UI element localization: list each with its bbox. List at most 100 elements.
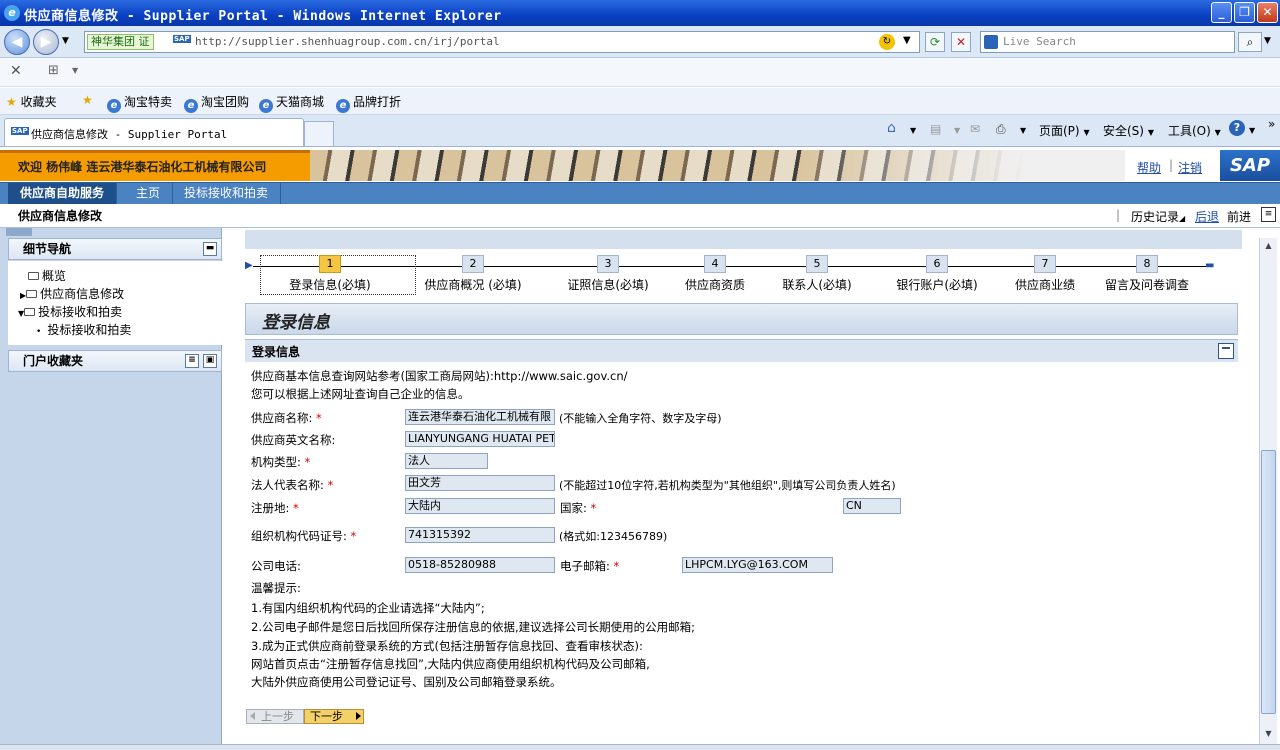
collapse-section-icon[interactable] <box>1218 343 1234 359</box>
favorites-button[interactable]: ★ 收藏夹 <box>6 93 57 110</box>
back-link[interactable]: 后退 <box>1195 208 1219 225</box>
legal-rep-label: 法人代表名称: * <box>251 477 333 493</box>
scrollbar-thumb[interactable] <box>1261 450 1276 714</box>
live-search-logo-icon <box>984 35 998 49</box>
search-options-icon[interactable]: ▼ <box>1264 36 1271 46</box>
address-field[interactable]: 神华集团 证 SAP http://supplier.shenhuagroup.… <box>84 31 920 53</box>
translate-icon[interactable]: ⊞ <box>48 63 59 78</box>
rss-icon[interactable]: ▤ <box>930 122 941 136</box>
help-dropdown-icon[interactable]: ▼ <box>1249 126 1255 135</box>
favorite-link[interactable]: e 品牌打折 <box>336 93 401 113</box>
org-type-label: 机构类型: * <box>251 454 310 470</box>
scroll-down-icon[interactable]: ▼ <box>1261 726 1276 741</box>
english-name-field[interactable]: LIANYUNGANG HUATAI PETR <box>405 431 555 447</box>
roadmap-step-label[interactable]: 供应商资质 <box>685 276 745 293</box>
compatibility-icon[interactable]: ↻ <box>879 34 895 50</box>
stop-icon[interactable]: ✕ <box>951 32 971 52</box>
roadmap-step-5[interactable]: 5 <box>806 255 828 273</box>
forward-link[interactable]: 前进 <box>1227 208 1251 225</box>
vertical-scrollbar[interactable]: ▲ ▼ <box>1259 238 1277 744</box>
add-favorite-icon[interactable]: ★ <box>82 93 93 107</box>
history-link[interactable]: 历史记录◢ <box>1131 208 1185 225</box>
label-text: 供应商名称: <box>251 411 313 425</box>
page-menu-icon[interactable]: ≡ <box>1261 207 1276 222</box>
roadmap-step-label[interactable]: 供应商业绩 <box>1015 276 1075 293</box>
help-icon[interactable]: ? <box>1229 120 1245 136</box>
org-type-field[interactable]: 法人 <box>405 453 488 469</box>
close-toolbar-icon[interactable]: ✕ <box>10 63 22 79</box>
roadmap-step-2[interactable]: 2 <box>462 255 484 273</box>
site-identity-badge[interactable]: 神华集团 证 <box>87 34 154 50</box>
favorite-link[interactable]: e 淘宝团购 <box>184 93 249 113</box>
favorites-options-icon[interactable]: ≡ <box>185 354 199 368</box>
mail-icon[interactable]: ✉ <box>970 122 980 136</box>
refresh-icon[interactable]: ⟳ <box>925 32 945 52</box>
folder-icon <box>28 272 39 280</box>
tools-menu-label: 工具(O) <box>1168 124 1211 138</box>
nav-bidding-auction[interactable]: 投标接收和拍卖 <box>172 183 282 204</box>
roadmap-step-3[interactable]: 3 <box>597 255 619 273</box>
roadmap-step-label[interactable]: 供应商概况 (必填) <box>424 276 521 293</box>
nav-item-overview[interactable]: 概览 <box>28 267 66 284</box>
back-arrow-icon[interactable]: ◀ <box>4 29 30 55</box>
safety-menu[interactable]: 安全(S) ▼ <box>1103 122 1154 139</box>
more-tools-icon[interactable]: » <box>1268 117 1275 131</box>
translate-dropdown-icon[interactable]: ▼ <box>72 66 78 75</box>
supplier-name-field[interactable]: 连云港华泰石油化工机械有限 <box>405 409 555 425</box>
collapse-icon[interactable]: ▬ <box>203 242 217 256</box>
roadmap-step-6[interactable]: 6 <box>926 255 948 273</box>
roadmap-step-label[interactable]: 登录信息(必填) <box>289 276 370 293</box>
org-code-field[interactable]: 741315392 <box>405 527 555 543</box>
nav-home[interactable]: 主页 <box>124 183 174 204</box>
roadmap-step-7[interactable]: 7 <box>1034 255 1056 273</box>
phone-field[interactable]: 0518-85280988 <box>405 557 555 573</box>
roadmap-step-label[interactable]: 联系人(必填) <box>782 276 851 293</box>
prev-step-button[interactable]: 上一步 <box>246 709 304 724</box>
roadmap-step-8[interactable]: 8 <box>1136 255 1158 273</box>
favorite-link[interactable]: e 天猫商城 <box>259 93 324 113</box>
chevron-down-icon: ▼ <box>1083 128 1090 137</box>
roadmap-step-label[interactable]: 留言及问卷调查 <box>1105 276 1189 293</box>
nav-item-bidding-sub[interactable]: • 投标接收和拍卖 <box>36 321 131 338</box>
forward-arrow-icon[interactable]: ▶ <box>33 29 59 55</box>
email-field[interactable]: LHPCM.LYG@163.COM <box>682 557 833 573</box>
search-icon[interactable]: ⌕ <box>1238 32 1262 52</box>
rss-dropdown-icon[interactable]: ▼ <box>954 126 960 135</box>
panel-collapse-handle[interactable] <box>6 228 32 236</box>
history-dropdown-icon[interactable]: ▼ <box>62 36 69 46</box>
roadmap-step-label[interactable]: 证照信息(必填) <box>567 276 648 293</box>
new-tab-button[interactable] <box>304 121 334 146</box>
minimize-button[interactable]: _ <box>1211 2 1232 23</box>
print-icon[interactable]: ⎙ <box>996 122 1006 137</box>
detail-nav-header: 细节导航 ▬ <box>8 238 222 260</box>
legal-rep-field[interactable]: 田文芳 <box>405 475 555 491</box>
print-dropdown-icon[interactable]: ▼ <box>1020 126 1026 135</box>
close-window-button[interactable]: ✕ <box>1257 2 1278 23</box>
favorite-link[interactable]: e 淘宝特卖 <box>107 93 172 113</box>
page-menu[interactable]: 页面(P) ▼ <box>1039 122 1090 139</box>
roadmap-step-1[interactable]: 1 <box>319 255 341 273</box>
browser-tab[interactable]: SAP 供应商信息修改 - Supplier Portal <box>4 118 304 146</box>
home-icon[interactable]: ⌂ <box>887 120 896 136</box>
intro-text-1: 供应商基本信息查询网站参考(国家工商局网站):http://www.saic.g… <box>251 369 628 383</box>
roadmap-step-label[interactable]: 银行账户(必填) <box>896 276 977 293</box>
scroll-up-icon[interactable]: ▲ <box>1261 238 1276 253</box>
nav-supplier-self-service[interactable]: 供应商自助服务 <box>8 183 118 204</box>
next-step-button[interactable]: 下一步 <box>304 709 364 724</box>
help-link[interactable]: 帮助 <box>1137 159 1161 176</box>
address-dropdown-icon[interactable]: ▼ <box>903 35 911 46</box>
nav-item-supplier-info[interactable]: ▶ 供应商信息修改 <box>20 285 124 302</box>
logout-link[interactable]: 注销 <box>1178 159 1202 176</box>
maximize-panel-icon[interactable]: ▣ <box>203 354 217 368</box>
reg-place-field[interactable]: 大陆内 <box>405 498 555 514</box>
live-search-field[interactable]: Live Search <box>980 31 1235 53</box>
roadmap-step-4[interactable]: 4 <box>704 255 726 273</box>
home-dropdown-icon[interactable]: ▼ <box>910 126 916 135</box>
nav-item-bidding[interactable]: ▼ 投标接收和拍卖 <box>18 303 122 320</box>
header-banner-image <box>310 150 1125 181</box>
tools-menu[interactable]: 工具(O) ▼ <box>1168 122 1221 139</box>
maximize-button[interactable]: ❐ <box>1234 2 1255 23</box>
country-field[interactable]: CN <box>843 498 901 514</box>
url-text[interactable]: http://supplier.shenhuagroup.com.cn/irj/… <box>195 35 500 48</box>
star-icon: ★ <box>6 95 17 109</box>
